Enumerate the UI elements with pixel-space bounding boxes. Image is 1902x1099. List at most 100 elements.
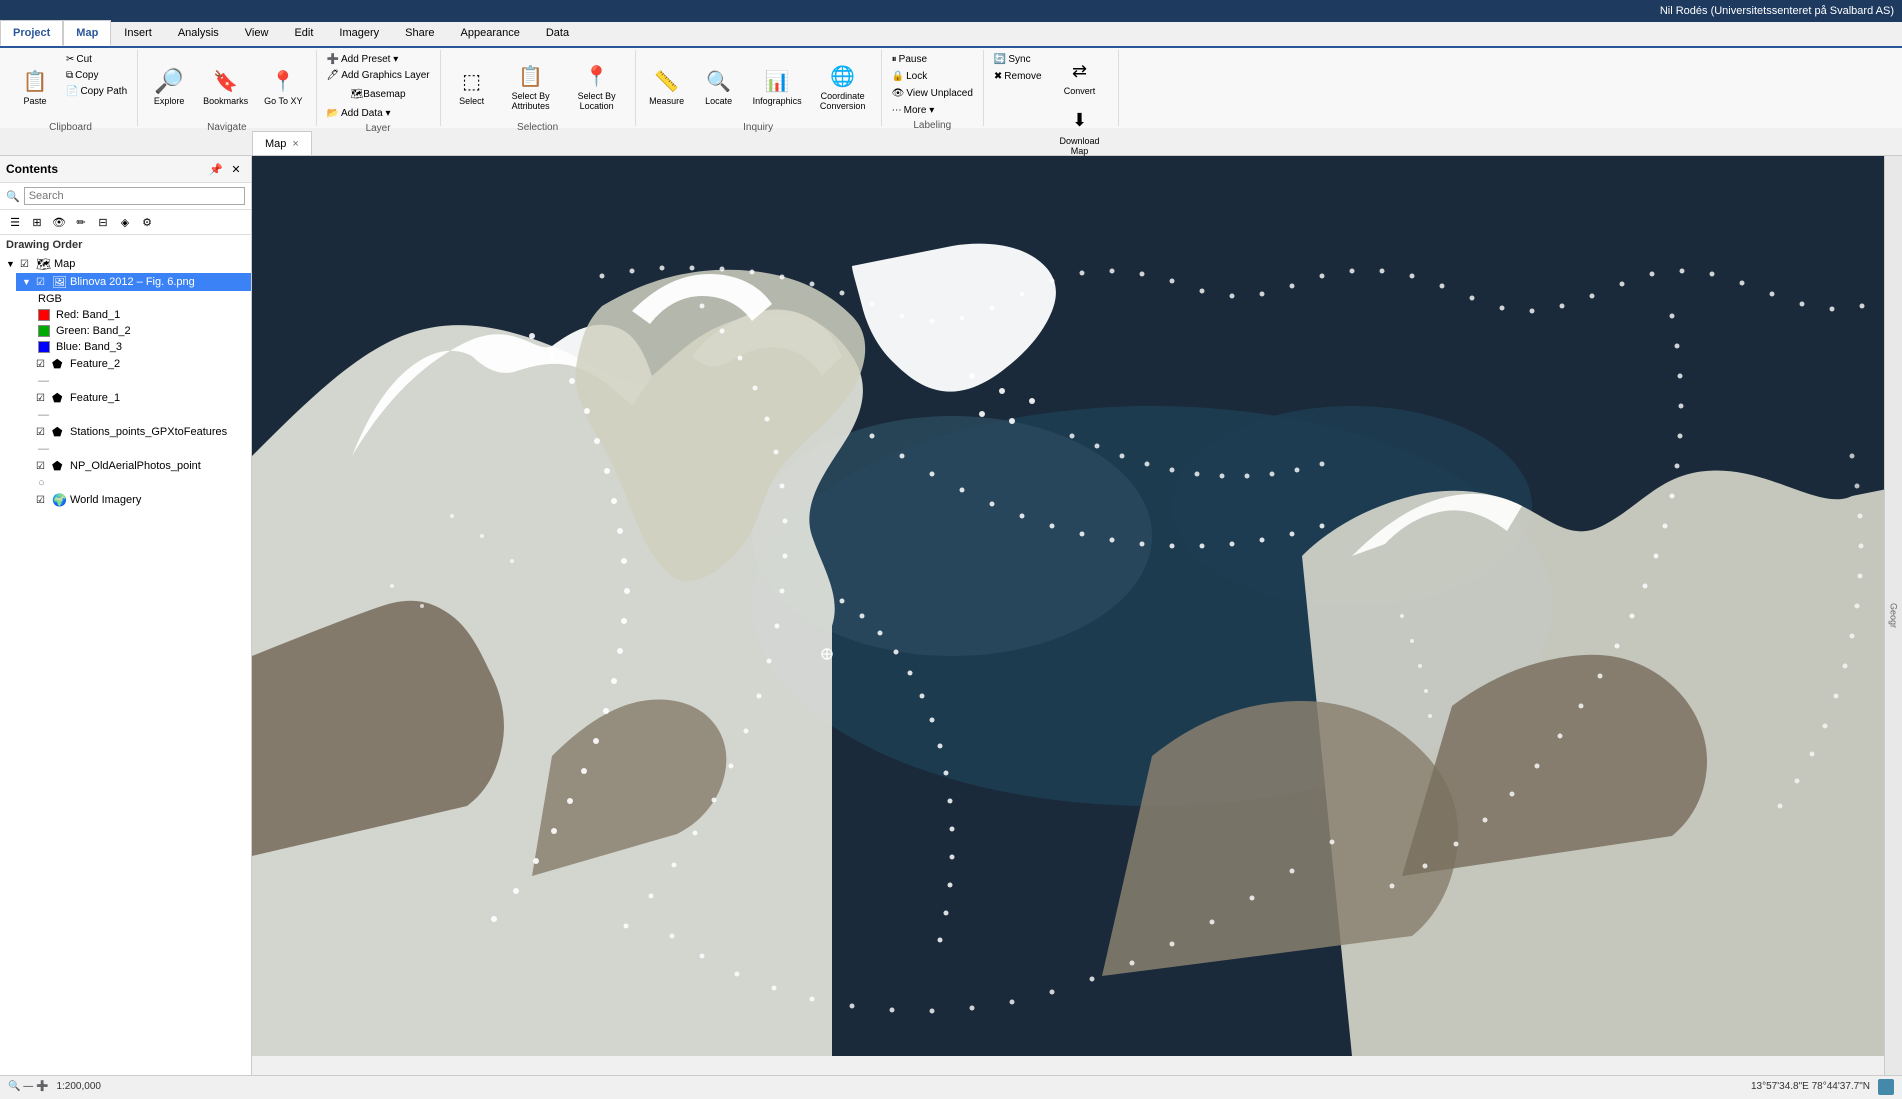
add-preset-button[interactable]: ➕ Add Preset ▾ [323, 52, 434, 67]
paste-button[interactable]: 📋 Paste [10, 52, 60, 120]
scale-indicator: 1:200,000 [56, 1081, 101, 1092]
highlight-button[interactable]: ◈ [116, 213, 134, 231]
ribbon-group-clipboard: 📋 Paste ✂ Cut ⧉ Copy 📄 Copy Path Clipboa… [4, 50, 138, 126]
ribbon-group-layer: ➕ Add Preset ▾ 🖊 Add Graphics Layer 🗺 Ba… [317, 50, 441, 126]
visibility-button[interactable]: 👁 [50, 213, 68, 231]
measure-button[interactable]: 📏 Measure [642, 52, 692, 120]
remove-button[interactable]: ✖ Remove [990, 69, 1046, 84]
more-labeling-button[interactable]: ⋯ More ▾ [888, 103, 977, 118]
layer-toolbar: ☰ ⊞ 👁 ✏ ⊟ ◈ ⚙ [0, 210, 251, 235]
rgb-label: RGB [32, 291, 251, 307]
layer-feature1[interactable]: ☑ ⬟ Feature_1 [16, 389, 251, 407]
feature-icon: ⬟ [52, 391, 68, 405]
expand-icon: ▼ [22, 277, 34, 287]
feature-icon: ⬟ [52, 357, 68, 371]
search-input[interactable] [24, 187, 245, 205]
red-swatch [38, 309, 50, 321]
band-green: Green: Band_2 [32, 323, 251, 339]
map-tab-bar: Map × [0, 128, 1902, 156]
map-icon: 🗺 [36, 257, 52, 271]
infographics-button[interactable]: 📊 Infographics [746, 52, 809, 120]
tab-share[interactable]: Share [392, 20, 447, 46]
ribbon-group-selection: ⬚ Select 📋 Select By Attributes 📍 Select… [441, 50, 636, 126]
select-location-icon: 📍 [581, 60, 613, 92]
ribbon-group-labeling: ⏸ Pause 🔒 Lock 👁 View Unplaced ⋯ More ▾ … [882, 50, 984, 126]
convert-button[interactable]: ⇄ Convert [1048, 52, 1112, 100]
map-mode-toggle[interactable] [1878, 1079, 1894, 1095]
cut-icon: ✂ [66, 54, 74, 65]
select-icon: ⬚ [456, 65, 488, 97]
locate-button[interactable]: 🔍 Locate [694, 52, 744, 120]
convert-icon: ⇄ [1064, 55, 1096, 87]
tools-button[interactable]: ⚙ [138, 213, 156, 231]
feature2-point: — [32, 373, 251, 389]
edit-layer-button[interactable]: ✏ [72, 213, 90, 231]
infographics-icon: 📊 [761, 65, 793, 97]
tab-data[interactable]: Data [533, 20, 582, 46]
download-icon: ⬇ [1064, 105, 1096, 137]
drawing-order-label: Drawing Order [0, 235, 251, 253]
goto-icon: 📍 [267, 65, 299, 97]
copy-button[interactable]: ⧉ Copy [62, 68, 131, 83]
ribbon-tabs: Project Map Insert Analysis View Edit Im… [0, 22, 1902, 48]
pause-button[interactable]: ⏸ Pause [888, 52, 977, 67]
tab-analysis[interactable]: Analysis [165, 20, 232, 46]
add-data-button[interactable]: 📂 Add Data ▾ [323, 106, 434, 121]
map-tab-label: Map [265, 138, 286, 150]
tab-edit[interactable]: Edit [281, 20, 326, 46]
check-icon: ☑ [36, 393, 50, 404]
more-icon: ⋯ [892, 105, 902, 116]
map-canvas [252, 156, 1902, 1056]
map-tab[interactable]: Map × [252, 131, 312, 155]
group-button[interactable]: ⊟ [94, 213, 112, 231]
pause-icon: ⏸ [892, 54, 897, 65]
layer-np[interactable]: ☑ ⬟ NP_OldAerialPhotos_point [16, 457, 251, 475]
go-to-xy-button[interactable]: 📍 Go To XY [257, 52, 309, 120]
ribbon-group-navigate: 🔎 Explore 🔖 Bookmarks 📍 Go To XY Navigat… [138, 50, 316, 126]
map-tab-close[interactable]: × [292, 138, 298, 150]
user-label: Nil Rodés (Universitetssenteret på Svalb… [1660, 5, 1894, 17]
raster-icon: 🖼 [52, 275, 68, 289]
select-by-attributes-button[interactable]: 📋 Select By Attributes [499, 52, 563, 120]
measure-icon: 📏 [651, 65, 683, 97]
view-unplaced-button[interactable]: 👁 View Unplaced [888, 86, 977, 101]
tab-insert[interactable]: Insert [111, 20, 165, 46]
basemap-button[interactable]: 🗺 Basemap [323, 84, 434, 105]
tab-view[interactable]: View [232, 20, 282, 46]
add-graphics-layer-button[interactable]: 🖊 Add Graphics Layer [323, 68, 434, 83]
main-layout: Contents 📌 ✕ 🔍 ☰ ⊞ 👁 ✏ ⊟ ◈ ⚙ Drawing Ord… [0, 156, 1902, 1075]
layer-map[interactable]: ▼ ☑ 🗺 Map [0, 255, 251, 273]
sync-button[interactable]: 🔄 Sync [990, 52, 1046, 67]
layer-tree: ▼ ☑ 🗺 Map ▼ ☑ 🖼 Blinova 2012 – Fig. 6.pn… [0, 253, 251, 1075]
tab-map[interactable]: Map [63, 20, 111, 46]
ribbon-group-inquiry: 📏 Measure 🔍 Locate 📊 Infographics 🌐 Coor… [636, 50, 882, 126]
locate-icon: 🔍 [703, 65, 735, 97]
lock-button[interactable]: 🔒 Lock [888, 69, 977, 84]
explore-button[interactable]: 🔎 Explore [144, 52, 194, 120]
layer-stations[interactable]: ☑ ⬟ Stations_points_GPXtoFeatures [16, 423, 251, 441]
close-panel-button[interactable]: ✕ [227, 160, 245, 178]
list-view-button[interactable]: ☰ [6, 213, 24, 231]
select-by-location-button[interactable]: 📍 Select By Location [565, 52, 629, 120]
select-button[interactable]: ⬚ Select [447, 52, 497, 120]
thumbnail-view-button[interactable]: ⊞ [28, 213, 46, 231]
pin-panel-button[interactable]: 📌 [207, 160, 225, 178]
stations-point: — [32, 441, 251, 457]
map-area[interactable]: Geogr [252, 156, 1902, 1075]
tab-appearance[interactable]: Appearance [448, 20, 533, 46]
cut-button[interactable]: ✂ Cut [62, 52, 131, 67]
lock-icon: 🔒 [892, 71, 904, 82]
layer-world-imagery[interactable]: ☑ 🌍 World Imagery [16, 491, 251, 509]
copy-path-button[interactable]: 📄 Copy Path [62, 84, 131, 99]
layer-feature2[interactable]: ☑ ⬟ Feature_2 [16, 355, 251, 373]
bookmarks-button[interactable]: 🔖 Bookmarks [196, 52, 255, 120]
blue-swatch [38, 341, 50, 353]
download-map-button[interactable]: ⬇ Download Map [1048, 102, 1112, 160]
coordinate-icon: 🌐 [827, 60, 859, 92]
tab-project[interactable]: Project [0, 20, 63, 46]
ribbon: 📋 Paste ✂ Cut ⧉ Copy 📄 Copy Path Clipboa… [0, 48, 1902, 128]
coordinate-conversion-button[interactable]: 🌐 Coordinate Conversion [811, 52, 875, 120]
tab-imagery[interactable]: Imagery [326, 20, 392, 46]
contents-title: Contents [6, 162, 58, 176]
layer-blinova[interactable]: ▼ ☑ 🖼 Blinova 2012 – Fig. 6.png [16, 273, 251, 291]
